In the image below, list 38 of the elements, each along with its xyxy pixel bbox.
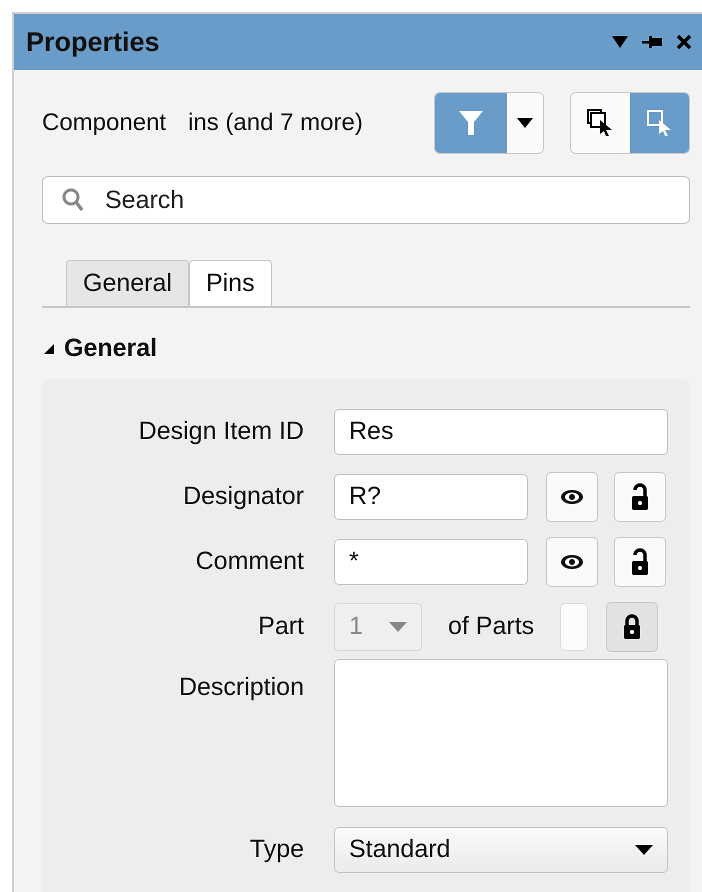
select-cursor-icon [586, 109, 614, 137]
caret-icon [635, 844, 653, 854]
search-icon [62, 188, 84, 212]
funnel-icon [458, 109, 484, 137]
tab[interactable]: General [66, 260, 189, 306]
lock-button[interactable] [614, 472, 666, 522]
pin-icon[interactable] [642, 34, 662, 50]
text-field[interactable]: * [334, 538, 528, 584]
field-label: Type [248, 835, 304, 864]
eye-icon [560, 488, 584, 504]
description-field[interactable] [334, 659, 668, 807]
field-label: Design Item ID [138, 417, 304, 446]
field-label: Part [257, 612, 304, 641]
filter-label: ins (and 7 more) [188, 109, 363, 137]
eye-icon [560, 554, 584, 570]
field-label: Description [178, 672, 304, 702]
field-label: Designator [182, 482, 304, 511]
text-field[interactable]: R? [334, 474, 528, 520]
tab[interactable]: Pins [188, 260, 272, 306]
visibility-button[interactable] [546, 472, 598, 522]
close-icon[interactable] [676, 34, 692, 50]
section-title: General [64, 334, 158, 363]
panel-title: Properties [26, 26, 160, 58]
search-field[interactable]: Search [42, 176, 690, 224]
filter-label: Component [42, 109, 166, 137]
caret-icon [389, 622, 407, 632]
parts-count-field[interactable] [560, 602, 588, 650]
select-cursor-icon [646, 109, 674, 137]
caret-icon [517, 118, 533, 128]
expanded-triangle-icon[interactable] [44, 344, 54, 354]
field-label: Comment [194, 547, 304, 576]
dropdown-arrow-icon[interactable] [612, 36, 628, 48]
lock-button[interactable] [614, 536, 666, 586]
visibility-button[interactable] [546, 536, 598, 586]
parts-label: of Parts [448, 612, 534, 641]
type-dropdown[interactable]: Standard [334, 826, 668, 872]
text-field[interactable]: Res [334, 408, 668, 454]
lock-button[interactable] [606, 602, 658, 652]
